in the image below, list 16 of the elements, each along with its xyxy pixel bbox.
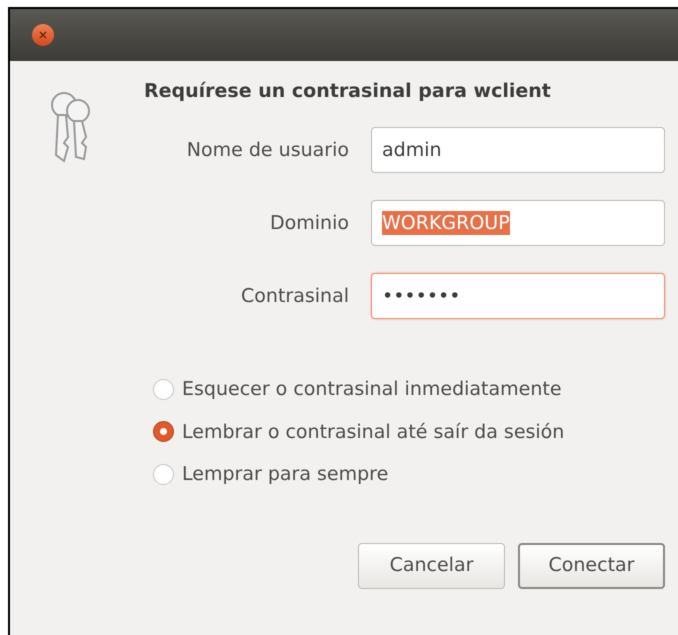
input-field[interactable]: admin: [371, 127, 665, 173]
radio-button[interactable]: [153, 421, 174, 442]
radio-label[interactable]: Lemprar para sempre: [182, 460, 388, 488]
connect-button[interactable]: Conectar: [518, 542, 665, 588]
radio-button[interactable]: [153, 464, 174, 485]
field-label: Nome de usuario: [186, 138, 349, 163]
radio-label[interactable]: Lembrar o contrasinal até saír da sesión: [182, 418, 564, 446]
close-button[interactable]: [32, 24, 54, 46]
input-field[interactable]: •••••••: [371, 273, 665, 319]
dialog-heading: Requírese un contrasinal para wclient: [144, 79, 552, 103]
field-label: Dominio: [269, 210, 349, 236]
field-label: Contrasinal: [240, 284, 349, 309]
cancel-button[interactable]: Cancelar: [358, 542, 505, 588]
radio-button[interactable]: [153, 378, 174, 400]
close-icon: [39, 31, 47, 39]
radio-label[interactable]: Esquecer o contrasinal inmediatamente: [182, 375, 562, 404]
